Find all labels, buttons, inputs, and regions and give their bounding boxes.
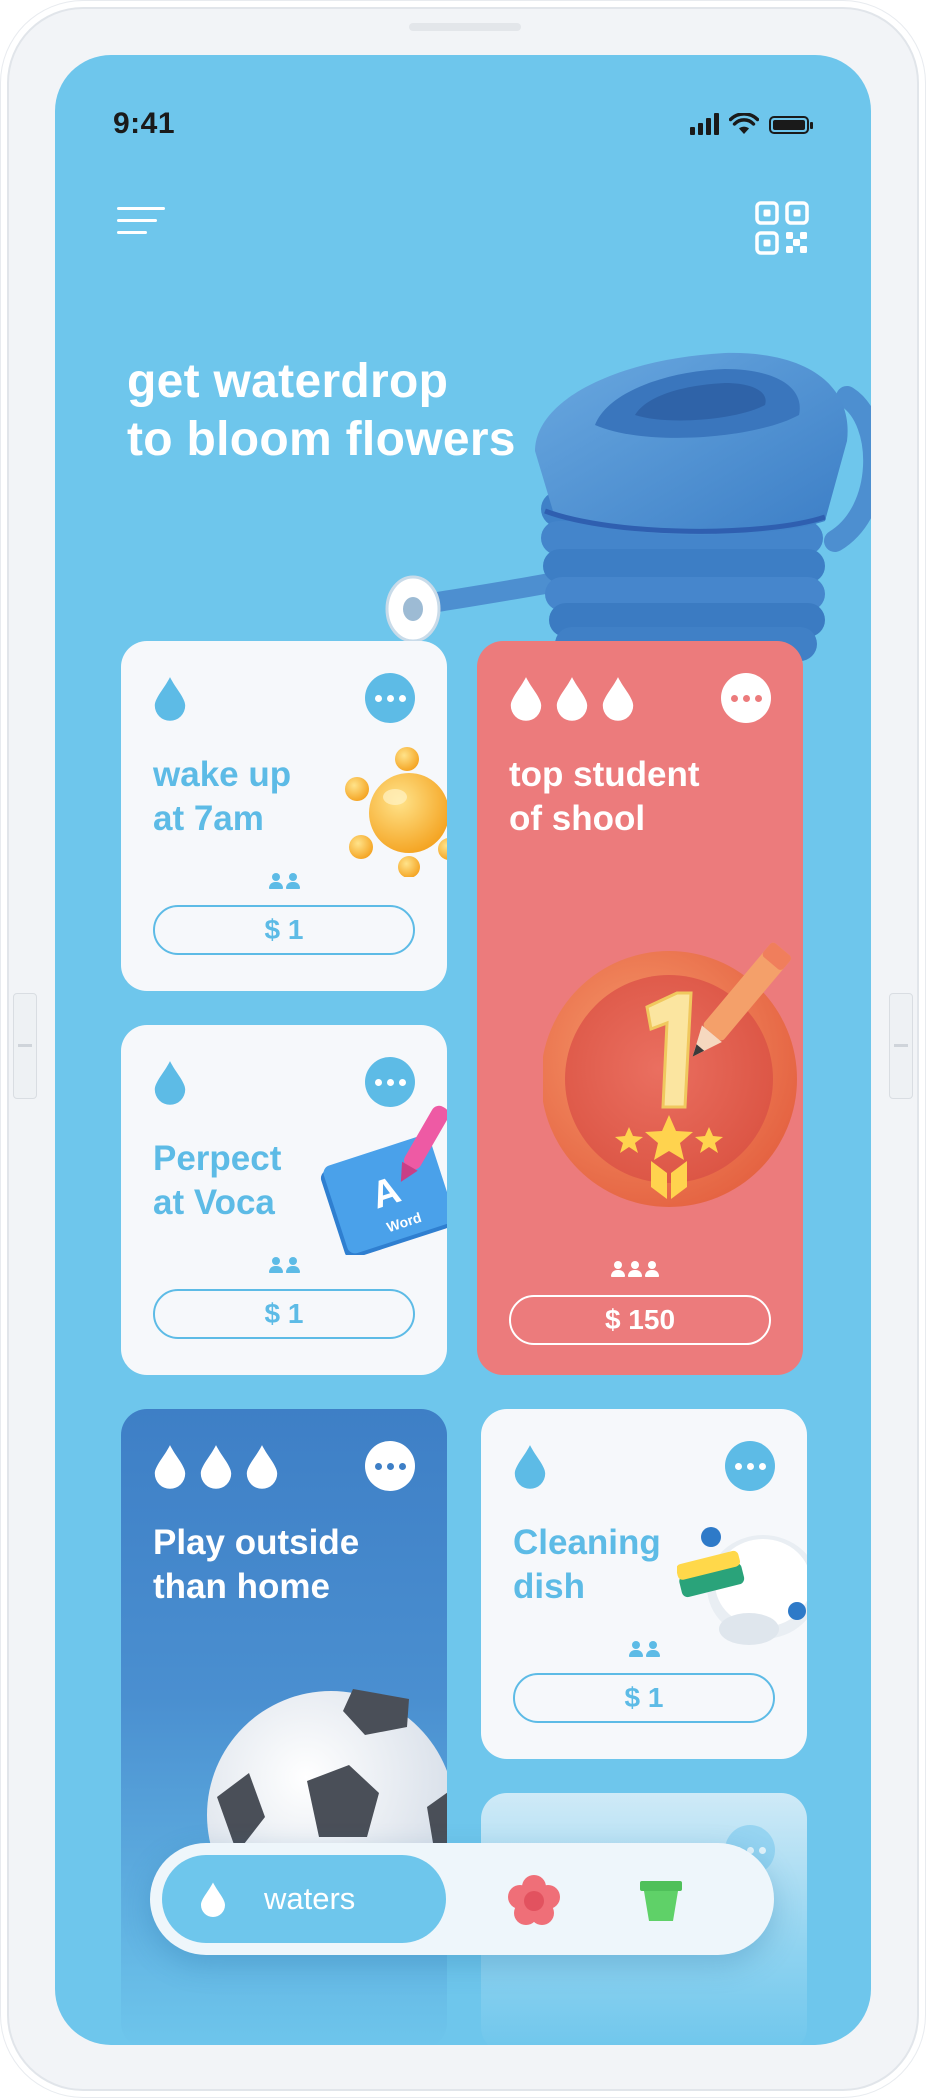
menu-icon[interactable]: [117, 207, 169, 243]
card-title: Play outside than home: [153, 1521, 359, 1609]
task-card-top-student[interactable]: top student of shool $ 150: [477, 641, 803, 1375]
card-title-line-2: at Voca: [153, 1183, 275, 1222]
waters-tab[interactable]: waters: [162, 1855, 446, 1943]
price-button[interactable]: $ 1: [513, 1673, 775, 1723]
bottom-navigation: waters: [150, 1843, 774, 1955]
card-title-line-1: wake up: [153, 755, 292, 794]
waterdrop-icon: [246, 1445, 278, 1489]
waterdrop-icon: [154, 1445, 186, 1489]
waterdrop-rating: [151, 1059, 189, 1105]
waters-tab-label: waters: [264, 1881, 356, 1916]
card-title: Cleaning dish: [513, 1521, 661, 1609]
members-icon: [269, 1257, 300, 1273]
card-title: top student of shool: [509, 753, 700, 841]
more-options-button[interactable]: [721, 673, 771, 723]
flower-icon[interactable]: [506, 1873, 562, 1929]
waterdrop-icon: [154, 1061, 186, 1105]
phone-frame: 9:41 get waterdrop to bloom flowers wake…: [1, 1, 925, 2097]
dish-sponge-illustration: [677, 1527, 807, 1645]
task-card-wake-up[interactable]: wake up at 7am $ 1: [121, 641, 447, 991]
battery-icon: [769, 116, 813, 134]
waterdrop-rating: [151, 675, 189, 721]
more-options-button[interactable]: [365, 673, 415, 723]
card-title-line-2: at 7am: [153, 799, 264, 838]
card-title-line-1: Perpect: [153, 1139, 282, 1178]
gold-medal-illustration: [543, 942, 797, 1207]
card-title-line-2: than home: [153, 1567, 330, 1606]
price-button[interactable]: $ 1: [153, 905, 415, 955]
waterdrop-icon: [200, 1445, 232, 1489]
sun-illustration: [345, 747, 447, 877]
waterdrop-icon: [602, 677, 634, 721]
more-options-button[interactable]: [365, 1057, 415, 1107]
waterdrop-rating: [507, 675, 637, 721]
task-card-perpect-at-voca[interactable]: Perpect at Voca A Word $ 1: [121, 1025, 447, 1375]
task-card-cleaning-dish[interactable]: Cleaning dish $ 1: [481, 1409, 807, 1759]
waterdrop-rating: [151, 1443, 281, 1489]
more-options-button[interactable]: [725, 1441, 775, 1491]
card-title-line-2: of shool: [509, 799, 646, 838]
waterdrop-icon: [201, 1882, 225, 1917]
cellular-signal-icon: [690, 113, 719, 135]
waterdrop-icon: [510, 677, 542, 721]
waterdrop-icon: [514, 1445, 546, 1489]
flower-pot-icon[interactable]: [636, 1875, 686, 1925]
waterdrop-icon: [154, 677, 186, 721]
card-title-line-1: Cleaning: [513, 1523, 661, 1562]
waterdrop-icon: [556, 677, 588, 721]
price-button[interactable]: $ 150: [509, 1295, 771, 1345]
qr-code-icon[interactable]: [755, 201, 809, 255]
members-icon: [611, 1261, 659, 1277]
card-title-line-2: dish: [513, 1567, 585, 1606]
members-icon: [629, 1641, 660, 1657]
members-icon: [269, 873, 300, 889]
card-title-line-1: Play outside: [153, 1523, 360, 1562]
wifi-icon: [729, 113, 759, 134]
status-icons: [690, 113, 813, 135]
speaker-grille: [409, 23, 521, 31]
card-title: Perpect at Voca: [153, 1137, 281, 1225]
card-title: wake up at 7am: [153, 753, 291, 841]
hinge-right: [889, 993, 913, 1099]
more-options-button[interactable]: [365, 1441, 415, 1491]
app-screen: 9:41 get waterdrop to bloom flowers wake…: [55, 55, 871, 2045]
card-title-line-1: top student: [509, 755, 700, 794]
status-time: 9:41: [113, 107, 176, 140]
word-book-illustration: A Word: [320, 1105, 447, 1255]
price-button[interactable]: $ 1: [153, 1289, 415, 1339]
waterdrop-rating: [511, 1443, 549, 1489]
hinge-left: [13, 993, 37, 1099]
